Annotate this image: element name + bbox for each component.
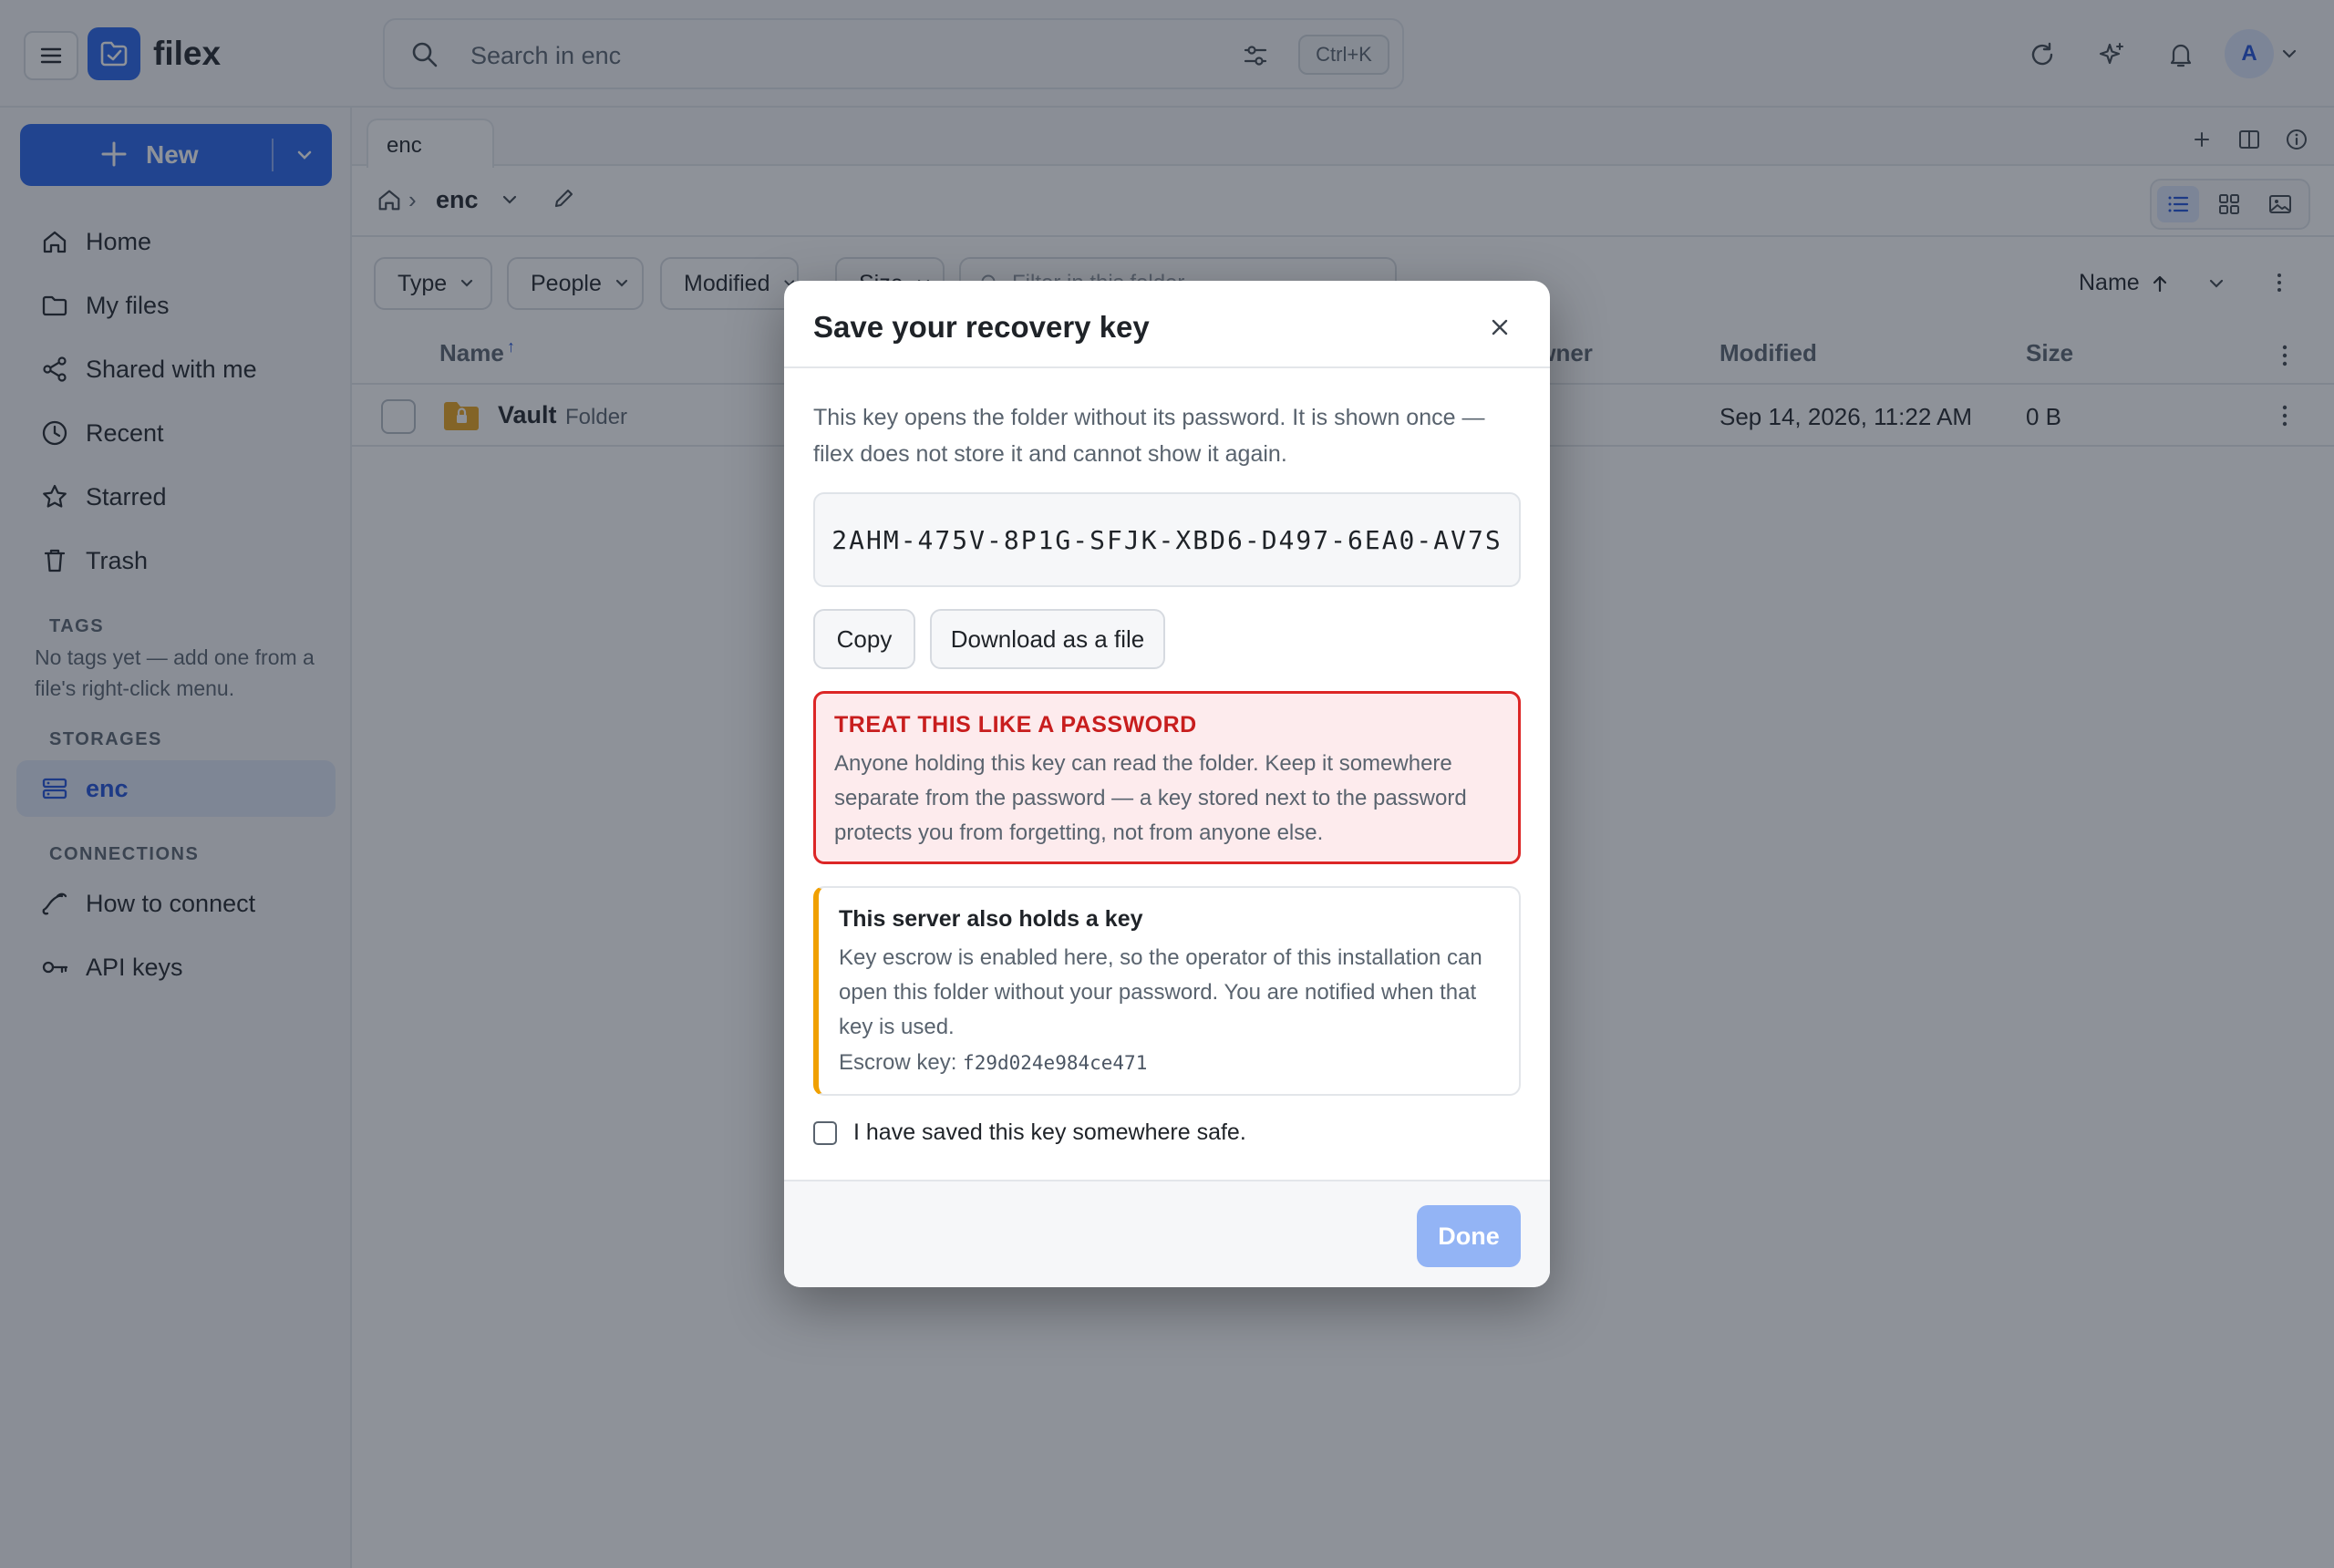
recovery-key-dialog: Save your recovery key This key opens th…: [784, 281, 1550, 1287]
saved-confirmation[interactable]: I have saved this key somewhere safe.: [813, 1119, 1246, 1146]
close-icon: [1492, 319, 1508, 335]
warning-body: Anyone holding this key can read the fol…: [834, 751, 1467, 845]
password-warning-box: TREAT THIS LIKE A PASSWORD Anyone holdin…: [813, 691, 1521, 864]
download-button[interactable]: Download as a file: [930, 609, 1165, 669]
saved-checkbox-label[interactable]: I have saved this key somewhere safe.: [853, 1119, 1246, 1146]
escrow-key-line: Escrow key: f29d024e984ce471: [839, 1050, 1147, 1076]
copy-button[interactable]: Copy: [813, 609, 915, 669]
saved-checkbox[interactable]: [813, 1120, 837, 1145]
escrow-key-label: Escrow key:: [839, 1050, 957, 1075]
dialog-intro: This key opens the folder without its pa…: [813, 405, 1485, 467]
close-button[interactable]: [1486, 314, 1513, 341]
escrow-key-value[interactable]: f29d024e984ce471: [963, 1052, 1147, 1074]
done-button[interactable]: Done: [1417, 1205, 1521, 1267]
escrow-body: Key escrow is enabled here, so the opera…: [839, 945, 1482, 1039]
escrow-notice: This server also holds a key Key escrow …: [813, 886, 1521, 1096]
escrow-title: This server also holds a key: [839, 906, 1143, 932]
dialog-footer: Done: [784, 1180, 1550, 1287]
dialog-title: Save your recovery key: [813, 310, 1150, 344]
warning-title: TREAT THIS LIKE A PASSWORD: [834, 712, 1197, 738]
dialog-header: Save your recovery key: [784, 281, 1550, 368]
recovery-key-value[interactable]: 2AHM-475V-8P1G-SFJK-XBD6-D497-6EA0-AV7S: [813, 492, 1521, 587]
